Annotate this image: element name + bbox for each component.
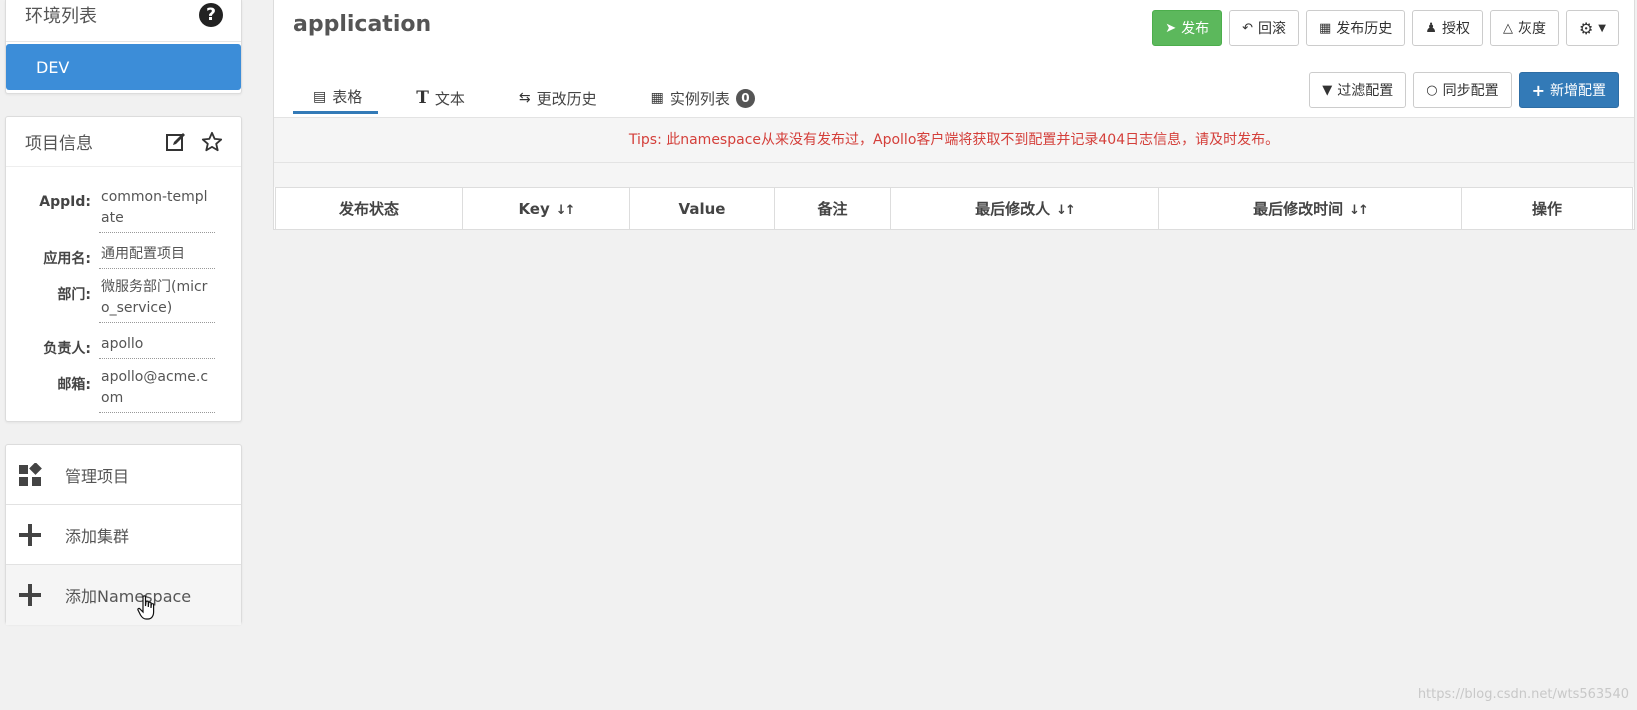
project-info-header: 项目信息 — [6, 117, 241, 167]
project-info-body: AppId: common-template 应用名: 通用配置项目 部门: 微… — [6, 167, 241, 413]
env-item-dev[interactable]: DEV — [6, 44, 241, 90]
menu-label: 管理项目 — [65, 466, 130, 486]
sort-icon[interactable]: ↓↑ — [556, 203, 576, 218]
instance-count-badge: 0 — [735, 88, 755, 108]
col-last-modified-time[interactable]: 最后修改时间 ↓↑ — [1158, 187, 1462, 230]
rollback-button[interactable]: ↶ 回滚 — [1229, 10, 1299, 46]
filter-icon: ▼ — [1322, 82, 1333, 98]
info-row-dept: 部门: 微服务部门(micro_service) — [6, 277, 225, 323]
settings-dropdown-button[interactable]: ⚙ ▼ — [1565, 10, 1619, 46]
namespace-tabs: ▤ 表格 T 文本 ⇆ 更改历史 ▦ 实例列表 0 — [293, 82, 789, 114]
info-row-appid: AppId: common-template — [6, 187, 225, 233]
transfer-icon: ⇆ — [518, 90, 531, 106]
left-sidebar: 环境列表 ? DEV 项目信息 AppId: common-template 应… — [5, 0, 242, 625]
namespace-toolbar: ➤ 发布 ↶ 回滚 ▦ 发布历史 ♟ 授权 △ 灰度 ⚙ ▼ — [1152, 10, 1619, 46]
plus-icon: + — [1531, 80, 1545, 100]
sync-config-label: 同步配置 — [1442, 83, 1499, 99]
info-label: 邮箱: — [57, 377, 91, 393]
tab-table[interactable]: ▤ 表格 — [293, 82, 379, 114]
info-value-email: apollo@acme.com — [99, 367, 215, 413]
tab-change-history[interactable]: ⇆ 更改历史 — [499, 82, 613, 114]
project-info-panel: 项目信息 AppId: common-template 应用名: 通用配置项目 … — [5, 116, 242, 422]
sync-config-button[interactable]: ○ 同步配置 — [1413, 72, 1512, 108]
info-value-appname: 通用配置项目 — [99, 241, 215, 269]
dashboard-icon — [17, 462, 43, 488]
release-history-button[interactable]: ▦ 发布历史 — [1306, 10, 1406, 46]
info-label: 应用名: — [43, 251, 91, 267]
info-row-appname: 应用名: 通用配置项目 — [6, 241, 225, 269]
undo-icon: ↶ — [1242, 20, 1253, 36]
namespace-panel: application ➤ 发布 ↶ 回滚 ▦ 发布历史 ♟ 授权 △ 灰度 ⚙… — [273, 0, 1635, 230]
question-circle-icon[interactable]: ? — [199, 2, 223, 27]
filter-config-label: 过滤配置 — [1337, 83, 1394, 99]
rollback-label: 回滚 — [1258, 21, 1286, 37]
authorize-label: 授权 — [1441, 21, 1470, 37]
col-publish-status: 发布状态 — [275, 187, 463, 230]
user-icon: ♟ — [1425, 20, 1437, 36]
info-value-dept: 微服务部门(micro_service) — [99, 277, 215, 323]
publish-button[interactable]: ➤ 发布 — [1152, 10, 1223, 46]
table-icon: ▤ — [313, 88, 327, 105]
info-label: AppId: — [39, 194, 91, 210]
menu-item-add-namespace[interactable]: 添加Namespace — [6, 565, 241, 625]
tab-instances[interactable]: ▦ 实例列表 0 — [631, 82, 771, 114]
menu-item-manage-project[interactable]: 管理项目 — [6, 445, 241, 505]
col-operation: 操作 — [1461, 187, 1633, 230]
menu-label: 添加Namespace — [65, 587, 192, 606]
project-info-title: 项目信息 — [25, 134, 93, 154]
spacer — [274, 163, 1634, 187]
tab-label: 文本 — [434, 89, 465, 108]
col-last-modifier[interactable]: 最后修改人 ↓↑ — [890, 187, 1159, 230]
caret-down-icon: ▼ — [1598, 22, 1606, 34]
add-config-button[interactable]: + 新增配置 — [1518, 72, 1619, 108]
gear-icon: ⚙ — [1578, 18, 1594, 38]
tab-text[interactable]: T 文本 — [396, 82, 481, 114]
add-config-label: 新增配置 — [1550, 83, 1606, 99]
env-list-header: 环境列表 ? — [6, 0, 241, 42]
tab-label: 表格 — [332, 88, 363, 106]
info-label: 部门: — [57, 287, 91, 303]
text-icon: T — [416, 88, 429, 108]
info-label: 负责人: — [43, 341, 91, 357]
env-list-title: 环境列表 — [25, 5, 97, 27]
namespace-title: application — [293, 12, 432, 37]
col-value: Value — [629, 187, 775, 230]
calendar-icon: ▦ — [1319, 20, 1332, 36]
sort-icon[interactable]: ↓↑ — [1349, 203, 1369, 218]
plus-icon — [17, 582, 43, 608]
star-icon[interactable] — [201, 131, 223, 153]
filter-config-button[interactable]: ▼ 过滤配置 — [1309, 72, 1407, 108]
tab-label: 更改历史 — [536, 89, 597, 108]
unpublished-tips: Tips: 此namespace从来没有发布过，Apollo客户端将获取不到配置… — [274, 117, 1634, 163]
info-value-owner: apollo — [99, 331, 215, 359]
config-table: 发布状态 Key ↓↑ Value 备注 最后修改人 ↓↑ 最后修改时间 ↓↑ 操作 — [275, 187, 1633, 230]
info-value-appid: common-template — [99, 187, 215, 233]
gray-release-button[interactable]: △ 灰度 — [1489, 10, 1559, 46]
edit-icon[interactable] — [165, 131, 187, 153]
info-row-owner: 负责人: apollo — [6, 331, 225, 359]
flask-icon: △ — [1502, 20, 1513, 36]
info-row-email: 邮箱: apollo@acme.com — [6, 367, 225, 413]
send-icon: ➤ — [1165, 20, 1177, 36]
tab-label: 实例列表 — [669, 89, 730, 108]
publish-label: 发布 — [1181, 21, 1210, 37]
project-menu-panel: 管理项目 添加集群 添加Namespace — [5, 444, 242, 625]
gray-release-label: 灰度 — [1517, 21, 1546, 37]
env-list-panel: 环境列表 ? DEV — [5, 0, 242, 94]
hand-cursor-icon — [137, 595, 157, 625]
server-icon: ▦ — [650, 90, 664, 106]
menu-item-add-cluster[interactable]: 添加集群 — [6, 505, 241, 565]
table-header-row: 发布状态 Key ↓↑ Value 备注 最后修改人 ↓↑ 最后修改时间 ↓↑ 操作 — [275, 187, 1633, 230]
watermark: https://blog.csdn.net/wts563540 — [1417, 687, 1629, 702]
menu-label: 添加集群 — [65, 526, 130, 546]
col-key[interactable]: Key ↓↑ — [462, 187, 630, 230]
release-history-label: 发布历史 — [1336, 21, 1393, 37]
circle-icon: ○ — [1426, 82, 1438, 98]
plus-icon — [17, 522, 43, 548]
sort-icon[interactable]: ↓↑ — [1056, 203, 1076, 218]
authorize-button[interactable]: ♟ 授权 — [1412, 10, 1483, 46]
config-actions: ▼ 过滤配置 ○ 同步配置 + 新增配置 — [1309, 72, 1619, 108]
col-comment: 备注 — [774, 187, 891, 230]
